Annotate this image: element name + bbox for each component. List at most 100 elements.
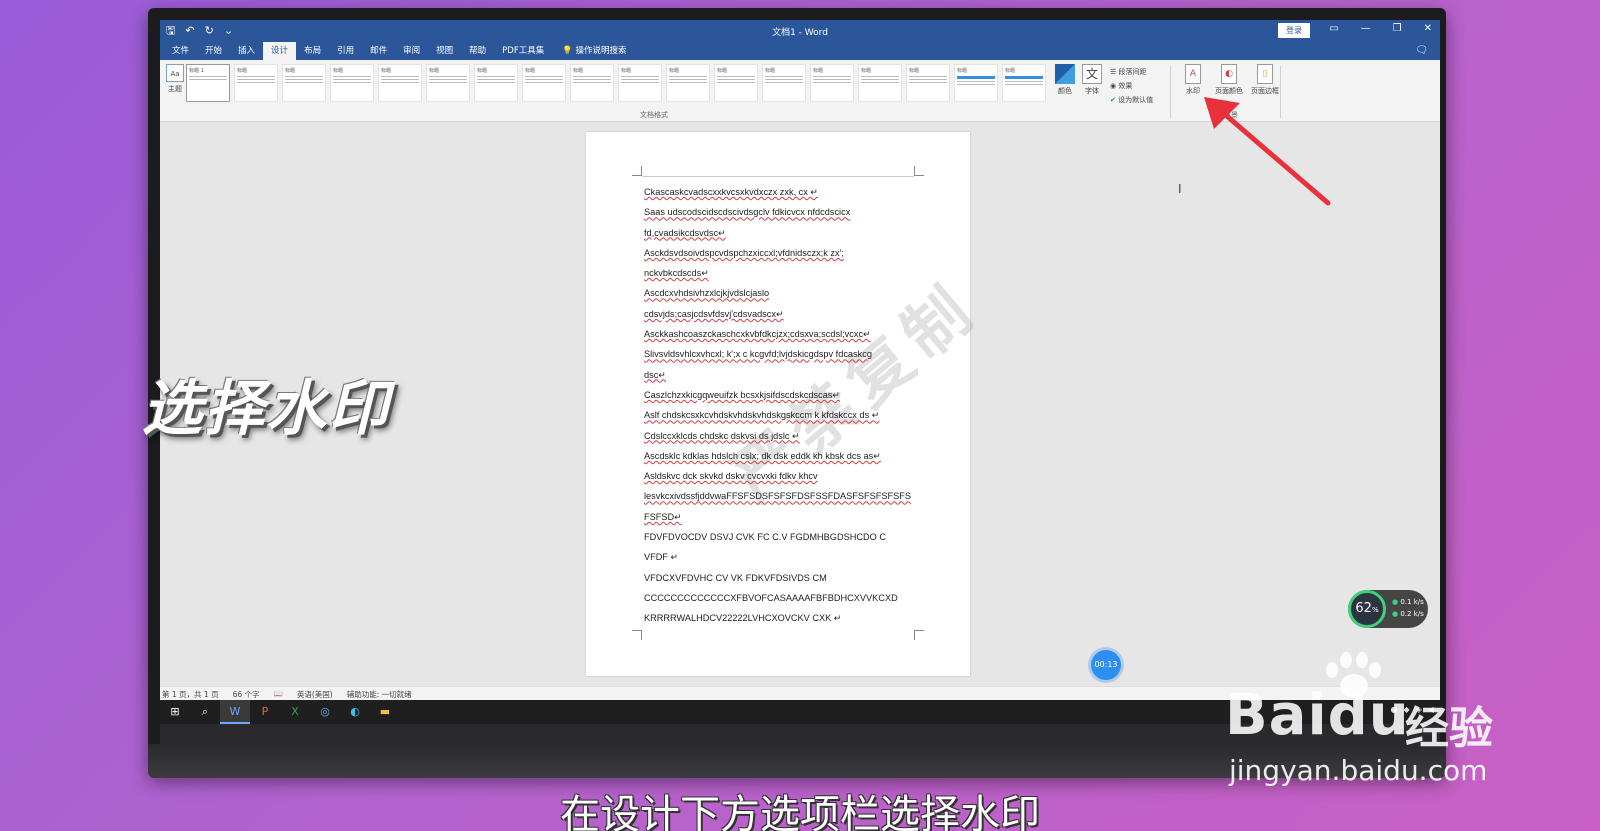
document-format-group-label: 文档格式 bbox=[640, 111, 668, 119]
tab-help[interactable]: 帮助 bbox=[461, 42, 494, 60]
language[interactable]: 英语(美国) bbox=[297, 689, 333, 700]
page-color-button[interactable]: ◐ 页面颜色 bbox=[1214, 64, 1244, 96]
style-set-thumb[interactable]: 标题 bbox=[762, 64, 806, 102]
menu-bar: 文件 开始 插入 设计 布局 引用 邮件 审阅 视图 帮助 PDF工具集 💡 操… bbox=[160, 42, 1440, 60]
window-title: 文档1 - Word bbox=[772, 28, 828, 38]
page-borders-button[interactable]: ▯ 页面边框 bbox=[1250, 64, 1280, 96]
proofing-icon[interactable]: 📖 bbox=[274, 689, 283, 700]
login-button[interactable]: 登录 bbox=[1278, 23, 1310, 38]
doc-line: Slivsvldsvhlcxvhcxl; k';x c kcgvfd;lvjds… bbox=[644, 349, 872, 360]
themes-button[interactable]: Aa 主题 bbox=[164, 64, 186, 94]
doc-line: cdsvjds;casjcdsvfdsvj'cdsvadscx↵ bbox=[644, 308, 784, 319]
page-background-group: A 水印 ◐ 页面颜色 ▯ 页面边框 bbox=[1178, 64, 1280, 96]
tab-mailings[interactable]: 邮件 bbox=[362, 42, 395, 60]
fonts-icon: 文 bbox=[1082, 64, 1102, 84]
comments-icon[interactable]: 🗨 bbox=[1415, 45, 1428, 56]
header-line bbox=[642, 176, 914, 177]
doc-line: Ascdsklc kdklas hdslch cslx; dk dsk eddk… bbox=[644, 450, 881, 461]
red-arrow-annotation bbox=[1204, 97, 1331, 206]
style-set-thumb[interactable]: 标题 bbox=[906, 64, 950, 102]
watermark-label: 水印 bbox=[1186, 87, 1200, 95]
fonts-label: 字体 bbox=[1085, 87, 1099, 95]
margin-corner-mark bbox=[914, 166, 924, 176]
doc-line: Ckascaskcvadscxxkvcsxkvdxczx zxk, cx ↵ bbox=[644, 187, 819, 197]
baidu-logo-text: Baidu bbox=[1225, 683, 1410, 748]
ribbon-display-icon[interactable]: ▭ bbox=[1329, 23, 1338, 34]
windows-start-icon[interactable]: ⊞ bbox=[160, 700, 190, 724]
word-count[interactable]: 66 个字 bbox=[233, 689, 260, 700]
close-icon[interactable]: ✕ bbox=[1424, 23, 1432, 34]
fonts-button[interactable]: 文 字体 bbox=[1080, 64, 1104, 96]
edge-app-icon[interactable]: ◐ bbox=[340, 700, 370, 724]
tell-me-label: 操作说明搜索 bbox=[575, 46, 627, 56]
style-set-thumb[interactable]: 标题 bbox=[714, 64, 758, 102]
watermark-button[interactable]: A 水印 bbox=[1178, 64, 1208, 96]
style-set-thumb[interactable]: 标题 1 bbox=[186, 64, 230, 102]
ribbon-divider bbox=[1170, 66, 1171, 118]
themes-label: 主题 bbox=[168, 85, 182, 93]
excel-app-icon[interactable]: X bbox=[280, 700, 310, 724]
paragraph-spacing-button[interactable]: ☰ 段落间距 bbox=[1110, 65, 1153, 79]
style-set-thumb[interactable]: 标题 bbox=[522, 64, 566, 102]
style-set-thumb[interactable]: 标题 bbox=[426, 64, 470, 102]
doc-line: nckvbkcdscds↵ bbox=[644, 268, 709, 279]
tab-pdf-tools[interactable]: PDF工具集 bbox=[494, 42, 552, 60]
doc-line: Asldskvc dck skvkd dskv cvcvxki fdkv khc… bbox=[644, 471, 818, 482]
style-set-thumb[interactable]: 标题 bbox=[378, 64, 422, 102]
effects-button[interactable]: ◉ 效果 bbox=[1110, 79, 1153, 93]
paragraph-group: ☰ 段落间距 ◉ 效果 ✔ 设为默认值 bbox=[1110, 65, 1153, 107]
powerpoint-app-icon[interactable]: P bbox=[250, 700, 280, 724]
tab-view[interactable]: 视图 bbox=[428, 42, 461, 60]
tab-review[interactable]: 审阅 bbox=[395, 42, 428, 60]
page-borders-icon: ▯ bbox=[1257, 64, 1273, 84]
tab-insert[interactable]: 插入 bbox=[230, 42, 263, 60]
restore-icon[interactable]: ❐ bbox=[1393, 23, 1402, 34]
style-set-thumb[interactable]: 标题 bbox=[330, 64, 374, 102]
doc-line: Caszlchzxkicgqweuifzk bcsxkjsifdscdskcds… bbox=[644, 389, 841, 400]
margin-corner-mark bbox=[632, 630, 642, 640]
style-set-thumb[interactable]: 标题 bbox=[858, 64, 902, 102]
document-page[interactable]: 严禁复制 Ckascaskcvadscxxkvcsxkvdxczx zxk, c… bbox=[586, 132, 993, 676]
paragraph-spacing-icon: ☰ bbox=[1110, 68, 1119, 76]
browser-app-icon[interactable]: ◎ bbox=[310, 700, 340, 724]
style-set-thumb[interactable]: 标题 bbox=[666, 64, 710, 102]
doc-line: FSFSD↵ bbox=[644, 511, 682, 522]
minimize-icon[interactable]: — bbox=[1361, 23, 1371, 34]
style-set-thumb[interactable]: 标题 bbox=[282, 64, 326, 102]
tab-layout[interactable]: 布局 bbox=[296, 42, 329, 60]
tab-design[interactable]: 设计 bbox=[263, 42, 297, 60]
style-set-thumb[interactable]: 标题 bbox=[234, 64, 278, 102]
style-set-thumb[interactable]: 标题 bbox=[810, 64, 854, 102]
baidu-jingyan-watermark: Baidu 经验 jingyan.baidu.com bbox=[1225, 668, 1525, 788]
set-default-button[interactable]: ✔ 设为默认值 bbox=[1110, 93, 1153, 107]
style-set-thumb[interactable]: 标题 bbox=[954, 64, 998, 102]
video-subtitle: 在设计下方选项栏选择水印 bbox=[560, 792, 1040, 831]
colors-button[interactable]: 颜色 bbox=[1053, 64, 1077, 96]
speed-rates: ● 0.1 k/s ● 0.2 k/s bbox=[1392, 598, 1424, 618]
step-caption: 选择水印 bbox=[142, 374, 390, 444]
doc-line: fd,cvadsikcdsvdsc↵ bbox=[644, 227, 726, 238]
window-controls: ▭ — ❐ ✕ bbox=[1329, 23, 1432, 34]
style-set-thumb[interactable]: 标题 bbox=[618, 64, 662, 102]
accessibility-status[interactable]: 辅助功能: 一切就绪 bbox=[347, 689, 412, 700]
search-icon[interactable]: ⌕ bbox=[190, 700, 220, 724]
tab-file[interactable]: 文件 bbox=[164, 42, 197, 60]
document-body[interactable]: Ckascaskcvadscxxkvcsxkvdxczx zxk, cx ↵ S… bbox=[644, 182, 914, 629]
colors-icon bbox=[1055, 64, 1075, 84]
cpu-percent-gauge: 62% bbox=[1348, 590, 1386, 628]
word-app-icon[interactable]: W bbox=[220, 700, 250, 724]
title-bar: 🖫 ↶ ↻ ⌄ 文档1 - Word 登录 ▭ — ❐ ✕ bbox=[160, 20, 1440, 42]
page-count[interactable]: 第 1 页，共 1 页 bbox=[162, 689, 219, 700]
style-set-thumb[interactable]: 标题 bbox=[570, 64, 614, 102]
tab-references[interactable]: 引用 bbox=[329, 42, 362, 60]
file-explorer-icon[interactable]: ▬ bbox=[370, 700, 400, 724]
style-set-gallery: 标题 1 标题 标题 标题 标题 标题 标题 标题 标题 标题 标题 标题 标题… bbox=[186, 64, 1046, 104]
tell-me-search[interactable]: 💡 操作说明搜索 bbox=[562, 42, 626, 60]
lightbulb-icon: 💡 bbox=[562, 46, 576, 56]
checkmark-icon: ✔ bbox=[1110, 96, 1119, 104]
margin-corner-mark bbox=[914, 630, 924, 640]
style-set-thumb[interactable]: 标题 bbox=[474, 64, 518, 102]
tab-home[interactable]: 开始 bbox=[197, 42, 230, 60]
doc-line: Aslf chdskcsxkcvhdskvhdskvhdskgskccm k k… bbox=[644, 410, 880, 421]
style-set-thumb[interactable]: 标题 bbox=[1002, 64, 1046, 102]
